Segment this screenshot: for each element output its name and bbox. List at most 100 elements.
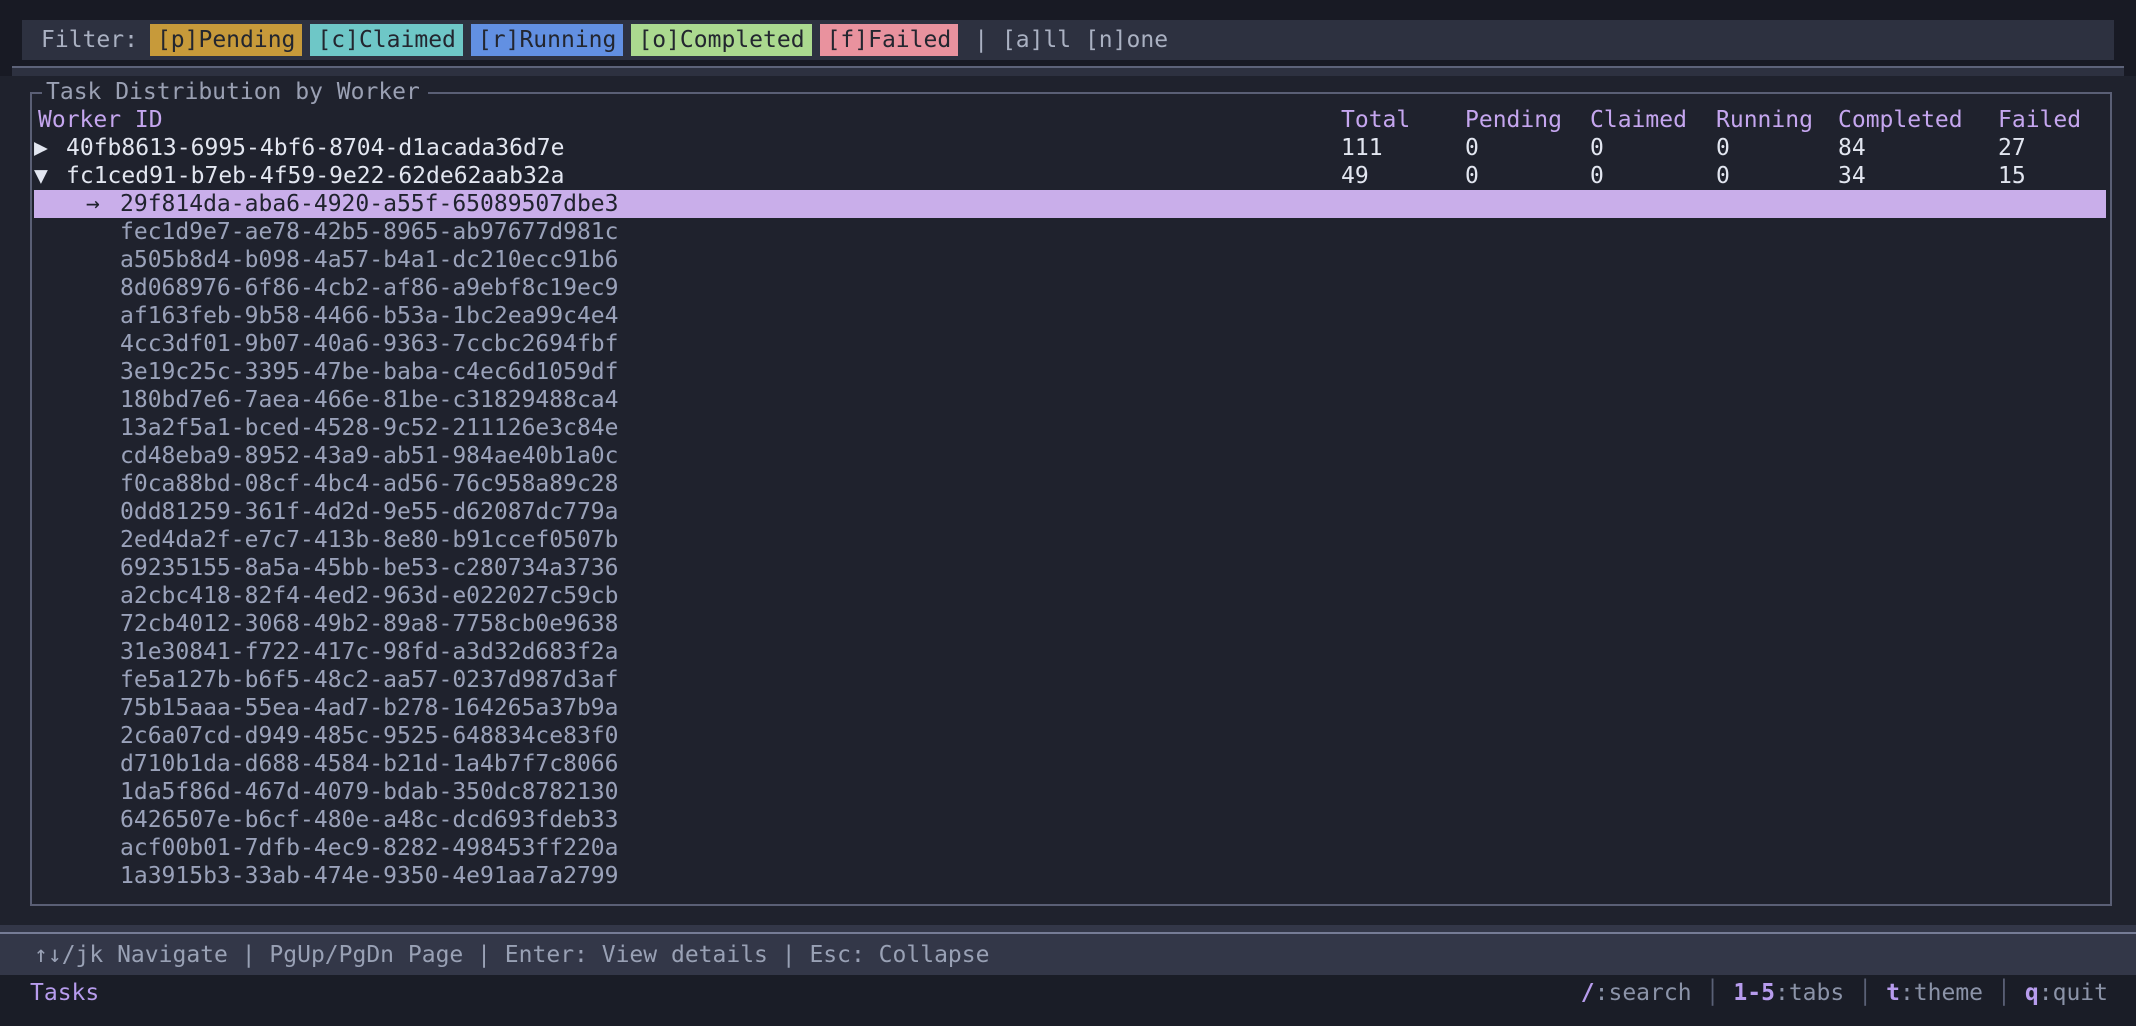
task-id: 13a2f5a1-bced-4528-9c52-211126e3c84e [120,414,619,442]
worker-completed: 84 [1838,134,1866,162]
task-row[interactable]: 1a3915b3-33ab-474e-9350-4e91aa7a2799 [32,862,2110,890]
worker-claimed: 0 [1590,162,1604,190]
task-id: 1a3915b3-33ab-474e-9350-4e91aa7a2799 [120,862,619,890]
task-row[interactable]: fec1d9e7-ae78-42b5-8965-ab97677d981c [32,218,2110,246]
task-id: 2c6a07cd-d949-485c-9525-648834ce83f0 [120,722,619,750]
filter-badge-failed[interactable]: [f]Failed [820,24,959,56]
filter-divider [12,66,2124,76]
task-id: cd48eba9-8952-43a9-ab51-984ae40b1a0c [120,442,619,470]
expand-arrow-icon[interactable]: ▶ [34,134,48,162]
shortcut-label: :tabs [1775,980,1844,1006]
filter-badge-pending[interactable]: [p]Pending [150,24,302,56]
panel-title: Task Distribution by Worker [42,79,428,105]
task-id: 180bd7e6-7aea-466e-81be-c31829488ca4 [120,386,619,414]
shortcut-quit: q:quit [2025,979,2108,1007]
task-row[interactable]: 6426507e-b6cf-480e-a48c-dcd693fdeb33 [32,806,2110,834]
filter-all-none-options[interactable]: | [a]ll [n]one [974,27,1168,53]
filter-badge-claimed[interactable]: [c]Claimed [310,24,462,56]
task-row[interactable]: 3e19c25c-3395-47be-baba-c4ec6d1059df [32,358,2110,386]
main-region: Task Distribution by Worker Worker ID To… [0,76,2136,925]
filter-badges: [p]Pending[c]Claimed [r]Running[o]Complet… [150,24,966,56]
worker-running: 0 [1716,134,1730,162]
shortcut-label: :search [1595,980,1692,1006]
task-id: fec1d9e7-ae78-42b5-8965-ab97677d981c [120,218,619,246]
task-row[interactable]: 180bd7e6-7aea-466e-81be-c31829488ca4 [32,386,2110,414]
shortcut-theme: t:theme [1886,979,1983,1007]
task-row[interactable]: 13a2f5a1-bced-4528-9c52-211126e3c84e [32,414,2110,442]
task-id: 3e19c25c-3395-47be-baba-c4ec6d1059df [120,358,619,386]
task-row[interactable]: 0dd81259-361f-4d2d-9e55-d62087dc779a [32,498,2110,526]
table-header: Worker ID Total Pending Claimed Running … [32,106,2110,134]
worker-row[interactable]: ▶ 40fb8613-6995-4bf6-8704-d1acada36d7e 111… [32,134,2110,162]
worker-total: 111 [1341,134,1383,162]
task-row[interactable]: 8d068976-6f86-4cb2-af86-a9ebf8c19ec9 [32,274,2110,302]
worker-pending: 0 [1465,134,1479,162]
task-row[interactable]: 1da5f86d-467d-4079-bdab-350dc8782130 [32,778,2110,806]
worker-failed: 15 [1998,162,2026,190]
help-text: ↑↓/jk Navigate | PgUp/PgDn Page | Enter:… [34,941,989,969]
task-row[interactable]: acf00b01-7dfb-4ec9-8282-498453ff220a [32,834,2110,862]
task-id: a2cbc418-82f4-4ed2-963d-e022027c59cb [120,582,619,610]
column-total: Total [1341,106,1410,134]
active-tab-label: Tasks [30,979,99,1007]
shortcut-tabs: 1-5:tabs [1733,979,1844,1007]
task-id: 8d068976-6f86-4cb2-af86-a9ebf8c19ec9 [120,274,619,302]
worker-running: 0 [1716,162,1730,190]
filter-badge-completed[interactable]: [o]Completed [631,24,811,56]
filter-label: Filter: [41,27,138,53]
task-id: 1da5f86d-467d-4079-bdab-350dc8782130 [120,778,619,806]
worker-total: 49 [1341,162,1369,190]
task-row[interactable]: 2ed4da2f-e7c7-413b-8e80-b91ccef0507b [32,526,2110,554]
task-row[interactable]: a505b8d4-b098-4a57-b4a1-dc210ecc91b6 [32,246,2110,274]
worker-id: fc1ced91-b7eb-4f59-9e22-62de62aab32a [66,162,565,190]
task-id: a505b8d4-b098-4a57-b4a1-dc210ecc91b6 [120,246,619,274]
shortcut-label: :theme [1900,980,1983,1006]
shortcut-search: /:search [1581,979,1692,1007]
task-id: 0dd81259-361f-4d2d-9e55-d62087dc779a [120,498,619,526]
shortcut-key: / [1581,980,1595,1006]
status-shortcuts: /:search│1-5:tabs│t:theme│q:quit [1581,979,2108,1007]
task-row[interactable]: d710b1da-d688-4584-b21d-1a4b7f7c8066 [32,750,2110,778]
task-distribution-panel: Task Distribution by Worker Worker ID To… [30,92,2112,906]
task-id: af163feb-9b58-4466-b53a-1bc2ea99c4e4 [120,302,619,330]
task-row[interactable]: 4cc3df01-9b07-40a6-9363-7ccbc2694fbf [32,330,2110,358]
column-running: Running [1716,106,1813,134]
worker-row[interactable]: ▼ fc1ced91-b7eb-4f59-9e22-62de62aab32a 49 0… [32,162,2110,190]
app-root: { "filter_bar": { "label": "Filter:", "b… [0,0,2136,1026]
task-id: f0ca88bd-08cf-4bc4-ad56-76c958a89c28 [120,470,619,498]
shortcut-key: q [2025,980,2039,1006]
filter-badge-running[interactable]: [r]Running [471,24,623,56]
column-failed: Failed [1998,106,2081,134]
status-bar: Tasks /:search│1-5:tabs│t:theme│q:quit [0,975,2136,1026]
task-row[interactable]: 69235155-8a5a-45bb-be53-c280734a3736 [32,554,2110,582]
help-bar: ↑↓/jk Navigate | PgUp/PgDn Page | Enter:… [0,925,2136,975]
worker-pending: 0 [1465,162,1479,190]
task-id: 6426507e-b6cf-480e-a48c-dcd693fdeb33 [120,806,619,834]
task-row[interactable]: 31e30841-f722-417c-98fd-a3d32d683f2a [32,638,2110,666]
task-row-selected[interactable]: →29f814da-aba6-4920-a55f-65089507dbe3 [34,190,2106,218]
task-id: 72cb4012-3068-49b2-89a8-7758cb0e9638 [120,610,619,638]
task-row[interactable]: fe5a127b-b6f5-48c2-aa57-0237d987d3af [32,666,2110,694]
collapse-arrow-icon[interactable]: ▼ [34,162,48,190]
column-pending: Pending [1465,106,1562,134]
shortcut-key: t [1886,980,1900,1006]
task-id: acf00b01-7dfb-4ec9-8282-498453ff220a [120,834,619,862]
task-id: 29f814da-aba6-4920-a55f-65089507dbe3 [120,190,619,218]
task-row[interactable]: a2cbc418-82f4-4ed2-963d-e022027c59cb [32,582,2110,610]
task-id: 69235155-8a5a-45bb-be53-c280734a3736 [120,554,619,582]
task-row[interactable]: 2c6a07cd-d949-485c-9525-648834ce83f0 [32,722,2110,750]
worker-id: 40fb8613-6995-4bf6-8704-d1acada36d7e [66,134,565,162]
worker-completed: 34 [1838,162,1866,190]
task-row[interactable]: f0ca88bd-08cf-4bc4-ad56-76c958a89c28 [32,470,2110,498]
shortcut-separator: │ [1858,979,1872,1007]
task-row[interactable]: 72cb4012-3068-49b2-89a8-7758cb0e9638 [32,610,2110,638]
column-claimed: Claimed [1590,106,1687,134]
column-worker-id: Worker ID [38,106,163,134]
task-row[interactable]: 75b15aaa-55ea-4ad7-b278-164265a37b9a [32,694,2110,722]
task-row[interactable]: af163feb-9b58-4466-b53a-1bc2ea99c4e4 [32,302,2110,330]
task-id: 4cc3df01-9b07-40a6-9363-7ccbc2694fbf [120,330,619,358]
task-row[interactable]: cd48eba9-8952-43a9-ab51-984ae40b1a0c [32,442,2110,470]
filter-bar: Filter: [p]Pending[c]Claimed [r]Running[o… [22,20,2114,60]
column-completed: Completed [1838,106,1963,134]
task-id: d710b1da-d688-4584-b21d-1a4b7f7c8066 [120,750,619,778]
